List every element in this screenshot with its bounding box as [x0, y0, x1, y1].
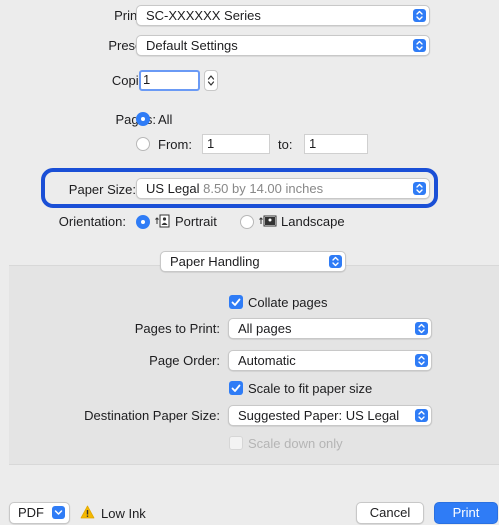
stepper-arrows-icon: [207, 75, 215, 86]
section-selector-popup[interactable]: Paper Handling: [160, 251, 346, 272]
orientation-landscape-label: Landscape: [281, 214, 345, 229]
checkmark-icon: [231, 298, 241, 306]
landscape-icon: [259, 214, 277, 231]
copies-field[interactable]: 1: [139, 70, 200, 91]
orientation-portrait-label: Portrait: [175, 214, 217, 229]
pages-all-radio[interactable]: [136, 112, 150, 126]
pages-to-print-value: All pages: [238, 321, 292, 336]
portrait-icon: [155, 214, 171, 231]
scale-to-fit-checkbox[interactable]: [229, 381, 243, 395]
orientation-landscape-radio[interactable]: [240, 215, 254, 229]
orientation-label: Orientation:: [58, 214, 126, 229]
chevron-updown-icon: [413, 39, 426, 52]
chevron-updown-icon: [413, 9, 426, 22]
scale-to-fit-label: Scale to fit paper size: [248, 381, 373, 396]
paper-size-popup[interactable]: US Legal 8.50 by 14.00 inches: [136, 178, 430, 199]
page-order-label: Page Order:: [149, 353, 220, 368]
page-order-value: Automatic: [238, 353, 296, 368]
collate-checkbox[interactable]: [229, 295, 243, 309]
destination-paper-size-popup[interactable]: Suggested Paper: US Legal: [228, 405, 432, 426]
pages-from-radio[interactable]: [136, 137, 150, 151]
pages-from-label: From:: [158, 137, 192, 152]
cancel-button[interactable]: Cancel: [356, 502, 424, 524]
warning-icon: [80, 505, 95, 522]
chevron-updown-icon: [415, 409, 428, 422]
checkmark-icon: [231, 384, 241, 392]
page-order-popup[interactable]: Automatic: [228, 350, 432, 371]
collate-label: Collate pages: [248, 295, 328, 310]
chevron-updown-icon: [329, 255, 342, 268]
chevron-updown-icon: [413, 182, 426, 195]
chevron-updown-icon: [415, 322, 428, 335]
copies-stepper[interactable]: [204, 70, 218, 91]
presets-value: Default Settings: [146, 38, 238, 53]
printer-popup[interactable]: SC-XXXXXX Series: [136, 5, 430, 26]
paper-size-detail: 8.50 by 14.00 inches: [203, 181, 324, 196]
print-button[interactable]: Print: [434, 502, 498, 524]
pages-from-field[interactable]: 1: [202, 134, 270, 154]
chevron-updown-icon: [415, 354, 428, 367]
pdf-menu-button[interactable]: PDF: [9, 502, 70, 524]
section-selector-value: Paper Handling: [170, 254, 260, 269]
pages-to-label: to:: [278, 137, 293, 152]
pages-to-print-popup[interactable]: All pages: [228, 318, 432, 339]
pages-all-label: All: [158, 112, 173, 127]
destination-paper-size-label: Destination Paper Size:: [84, 408, 220, 423]
scale-down-only-label: Scale down only: [248, 436, 343, 451]
presets-popup[interactable]: Default Settings: [136, 35, 430, 56]
printer-value: SC-XXXXXX Series: [146, 8, 261, 23]
orientation-portrait-radio[interactable]: [136, 215, 150, 229]
low-ink-label: Low Ink: [101, 506, 146, 521]
paper-size-value: US Legal: [146, 181, 200, 196]
pdf-label: PDF: [18, 505, 44, 520]
chevron-down-icon: [52, 506, 65, 519]
destination-paper-size-value: Suggested Paper: US Legal: [238, 408, 400, 423]
scale-down-only-checkbox[interactable]: [229, 436, 243, 450]
pages-to-print-label: Pages to Print:: [134, 321, 220, 336]
paper-size-label: Paper Size:: [68, 182, 136, 197]
pages-to-field[interactable]: 1: [304, 134, 368, 154]
